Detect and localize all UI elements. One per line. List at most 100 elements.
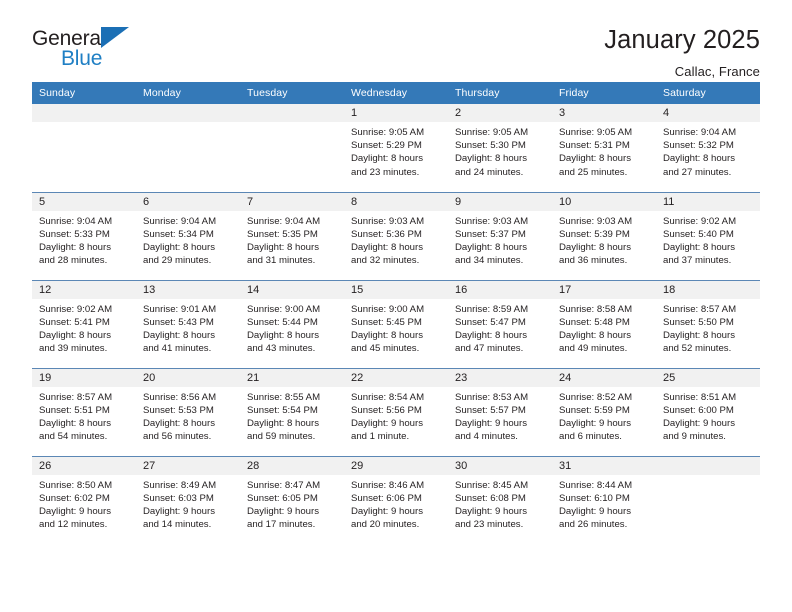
sunrise-time: Sunrise: 8:57 AM bbox=[663, 303, 737, 315]
calendar-day-cell[interactable]: 27 Sunrise: 8:49 AM Sunset: 6:03 PM Dayligh… bbox=[136, 455, 240, 544]
day-number: 31 bbox=[552, 456, 656, 475]
sunset-time: Sunset: 6:05 PM bbox=[247, 492, 318, 504]
day-number: 30 bbox=[448, 456, 552, 475]
sunrise-time: Sunrise: 8:52 AM bbox=[559, 391, 633, 403]
daylight-minutes: and 23 minutes. bbox=[351, 166, 420, 178]
daylight-hours: Daylight: 8 hours bbox=[39, 417, 111, 429]
sunrise-time: Sunrise: 9:05 AM bbox=[559, 127, 633, 138]
weekday-header-sunday: Sunday bbox=[32, 82, 136, 104]
daylight-minutes: and 29 minutes. bbox=[143, 255, 212, 267]
daylight-hours: Daylight: 9 hours bbox=[455, 505, 527, 517]
day-number: 28 bbox=[240, 456, 344, 475]
sunrise-time: Sunrise: 8:49 AM bbox=[143, 479, 217, 491]
calendar-day-cell[interactable]: 20 Sunrise: 8:56 AM Sunset: 5:53 PM Dayligh… bbox=[136, 367, 240, 456]
calendar-day-cell[interactable]: 22 Sunrise: 8:54 AM Sunset: 5:56 PM Dayligh… bbox=[344, 367, 448, 456]
daylight-minutes: and 26 minutes. bbox=[559, 519, 628, 531]
sunrise-time: Sunrise: 9:02 AM bbox=[39, 303, 113, 315]
sunset-time: Sunset: 5:30 PM bbox=[455, 140, 526, 152]
day-number: 18 bbox=[656, 280, 760, 299]
calendar-day-cell[interactable]: 1 Sunrise: 9:05 AM Sunset: 5:29 PM Daylight… bbox=[344, 104, 448, 192]
weekday-header-friday: Friday bbox=[552, 82, 656, 104]
daylight-hours: Daylight: 8 hours bbox=[455, 241, 527, 253]
calendar-day-cell[interactable]: 2 Sunrise: 9:05 AM Sunset: 5:30 PM Daylight… bbox=[448, 104, 552, 192]
calendar-day-cell[interactable]: 13 Sunrise: 9:01 AM Sunset: 5:43 PM Dayligh… bbox=[136, 279, 240, 368]
calendar-day-cell[interactable]: 3 Sunrise: 9:05 AM Sunset: 5:31 PM Daylight… bbox=[552, 104, 656, 192]
day-details: Sunrise: 9:05 AM Sunset: 5:31 PM Daylight:… bbox=[552, 122, 656, 179]
daylight-minutes: and 9 minutes. bbox=[663, 431, 726, 443]
daylight-minutes: and 17 minutes. bbox=[247, 519, 316, 531]
day-number: 11 bbox=[656, 192, 760, 211]
general-blue-logo[interactable]: General Blue bbox=[32, 24, 138, 72]
calendar-day-cell[interactable]: 15 Sunrise: 9:00 AM Sunset: 5:45 PM Dayligh… bbox=[344, 279, 448, 368]
calendar-day-cell[interactable]: 23 Sunrise: 8:53 AM Sunset: 5:57 PM Dayligh… bbox=[448, 367, 552, 456]
day-details: Sunrise: 9:05 AM Sunset: 5:29 PM Daylight:… bbox=[344, 122, 448, 179]
daylight-hours: Daylight: 9 hours bbox=[351, 417, 423, 429]
day-details: Sunrise: 9:04 AM Sunset: 5:35 PM Daylight:… bbox=[240, 211, 344, 268]
day-details: Sunrise: 8:49 AM Sunset: 6:03 PM Daylight:… bbox=[136, 475, 240, 532]
calendar-day-cell[interactable]: 31 Sunrise: 8:44 AM Sunset: 6:10 PM Dayligh… bbox=[552, 455, 656, 544]
calendar-day-cell[interactable]: 6 Sunrise: 9:04 AM Sunset: 5:34 PM Daylight… bbox=[136, 191, 240, 280]
sunrise-time: Sunrise: 8:45 AM bbox=[455, 479, 529, 491]
daylight-minutes: and 37 minutes. bbox=[663, 255, 732, 267]
day-number: 16 bbox=[448, 280, 552, 299]
calendar-day-cell[interactable]: 30 Sunrise: 8:45 AM Sunset: 6:08 PM Dayligh… bbox=[448, 455, 552, 544]
sunrise-time: Sunrise: 8:54 AM bbox=[351, 391, 425, 403]
calendar-day-cell[interactable]: 29 Sunrise: 8:46 AM Sunset: 6:06 PM Dayligh… bbox=[344, 455, 448, 544]
weekday-header-saturday: Saturday bbox=[656, 82, 760, 104]
day-details: Sunrise: 8:59 AM Sunset: 5:47 PM Daylight:… bbox=[448, 299, 552, 356]
day-details: Sunrise: 9:00 AM Sunset: 5:44 PM Daylight:… bbox=[240, 299, 344, 356]
daylight-hours: Daylight: 9 hours bbox=[39, 505, 111, 517]
day-number: 20 bbox=[136, 368, 240, 387]
daylight-hours: Daylight: 8 hours bbox=[663, 241, 735, 253]
sunrise-time: Sunrise: 8:59 AM bbox=[455, 303, 529, 315]
sunrise-time: Sunrise: 8:47 AM bbox=[247, 479, 321, 491]
daylight-minutes: and 28 minutes. bbox=[39, 255, 108, 267]
calendar-day-cell[interactable]: 18 Sunrise: 8:57 AM Sunset: 5:50 PM Dayligh… bbox=[656, 279, 760, 368]
daylight-minutes: and 54 minutes. bbox=[39, 431, 108, 443]
sunset-time: Sunset: 5:51 PM bbox=[39, 404, 110, 416]
calendar-day-cell[interactable]: 8 Sunrise: 9:03 AM Sunset: 5:36 PM Daylight… bbox=[344, 191, 448, 280]
calendar-day-cell[interactable]: 7 Sunrise: 9:04 AM Sunset: 5:35 PM Daylight… bbox=[240, 191, 344, 280]
calendar-day-cell[interactable]: 4 Sunrise: 9:04 AM Sunset: 5:32 PM Daylight… bbox=[656, 104, 760, 192]
calendar-day-cell[interactable]: 14 Sunrise: 9:00 AM Sunset: 5:44 PM Dayligh… bbox=[240, 279, 344, 368]
calendar-day-cell[interactable]: 26 Sunrise: 8:50 AM Sunset: 6:02 PM Dayligh… bbox=[32, 455, 136, 544]
sunset-time: Sunset: 5:50 PM bbox=[663, 316, 734, 328]
sunset-time: Sunset: 5:34 PM bbox=[143, 228, 214, 240]
day-details: Sunrise: 8:55 AM Sunset: 5:54 PM Daylight:… bbox=[240, 387, 344, 444]
day-number: 19 bbox=[32, 368, 136, 387]
calendar-day-cell[interactable]: 17 Sunrise: 8:58 AM Sunset: 5:48 PM Dayligh… bbox=[552, 279, 656, 368]
daylight-minutes: and 1 minute. bbox=[351, 431, 410, 443]
calendar-day-cell[interactable]: 9 Sunrise: 9:03 AM Sunset: 5:37 PM Daylight… bbox=[448, 191, 552, 280]
calendar-day-cell[interactable]: 19 Sunrise: 8:57 AM Sunset: 5:51 PM Dayligh… bbox=[32, 367, 136, 456]
calendar-day-cell[interactable]: 10 Sunrise: 9:03 AM Sunset: 5:39 PM Dayligh… bbox=[552, 191, 656, 280]
calendar-day-cell[interactable]: 5 Sunrise: 9:04 AM Sunset: 5:33 PM Daylight… bbox=[32, 191, 136, 280]
calendar-day-cell[interactable]: 11 Sunrise: 9:02 AM Sunset: 5:40 PM Dayligh… bbox=[656, 191, 760, 280]
sunrise-time: Sunrise: 9:05 AM bbox=[455, 127, 529, 138]
day-details: Sunrise: 9:04 AM Sunset: 5:32 PM Daylight:… bbox=[656, 122, 760, 179]
sunrise-time: Sunrise: 8:50 AM bbox=[39, 479, 113, 491]
day-details: Sunrise: 8:58 AM Sunset: 5:48 PM Daylight:… bbox=[552, 299, 656, 356]
sunrise-time: Sunrise: 8:56 AM bbox=[143, 391, 217, 403]
calendar-day-cell[interactable]: 21 Sunrise: 8:55 AM Sunset: 5:54 PM Dayligh… bbox=[240, 367, 344, 456]
daylight-minutes: and 56 minutes. bbox=[143, 431, 212, 443]
triangle-mark-icon bbox=[101, 27, 129, 48]
sunset-time: Sunset: 5:59 PM bbox=[559, 404, 630, 416]
calendar-day-cell[interactable]: 24 Sunrise: 8:52 AM Sunset: 5:59 PM Dayligh… bbox=[552, 367, 656, 456]
day-details: Sunrise: 8:54 AM Sunset: 5:56 PM Daylight:… bbox=[344, 387, 448, 444]
day-number: 21 bbox=[240, 368, 344, 387]
daylight-hours: Daylight: 8 hours bbox=[663, 329, 735, 341]
calendar-day-cell-empty bbox=[136, 104, 240, 192]
calendar-day-cell[interactable]: 12 Sunrise: 9:02 AM Sunset: 5:41 PM Dayligh… bbox=[32, 279, 136, 368]
sunset-time: Sunset: 6:02 PM bbox=[39, 492, 110, 504]
day-number: 14 bbox=[240, 280, 344, 299]
sunset-time: Sunset: 5:48 PM bbox=[559, 316, 630, 328]
calendar-week-row: 12 Sunrise: 9:02 AM Sunset: 5:41 PM Dayligh… bbox=[32, 279, 760, 368]
calendar-day-cell[interactable]: 25 Sunrise: 8:51 AM Sunset: 6:00 PM Dayligh… bbox=[656, 367, 760, 456]
sunset-time: Sunset: 5:31 PM bbox=[559, 140, 630, 152]
sunrise-time: Sunrise: 9:04 AM bbox=[143, 215, 217, 227]
daylight-minutes: and 4 minutes. bbox=[455, 431, 518, 443]
calendar-day-cell[interactable]: 16 Sunrise: 8:59 AM Sunset: 5:47 PM Dayligh… bbox=[448, 279, 552, 368]
daylight-hours: Daylight: 8 hours bbox=[247, 417, 319, 429]
calendar-day-cell[interactable]: 28 Sunrise: 8:47 AM Sunset: 6:05 PM Dayligh… bbox=[240, 455, 344, 544]
day-details: Sunrise: 8:45 AM Sunset: 6:08 PM Daylight:… bbox=[448, 475, 552, 532]
